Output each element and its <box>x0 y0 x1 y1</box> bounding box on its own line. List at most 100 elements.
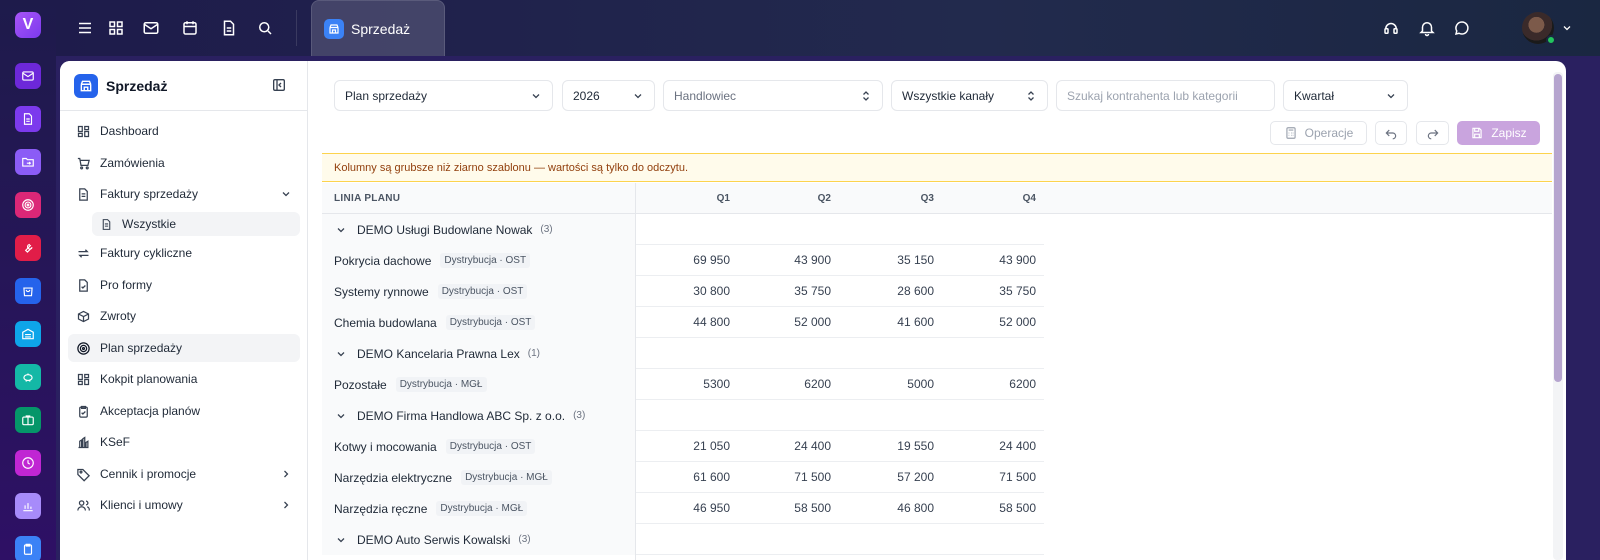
vertical-scrollbar[interactable] <box>1553 72 1563 560</box>
channel-tag: Dystrybucja · MGŁ <box>436 501 528 516</box>
row-name: Pozostałe <box>334 377 387 392</box>
group-name: DEMO Usługi Budowlane Nowak <box>357 222 533 237</box>
sidebar-item-faktury-cykliczne[interactable]: Faktury cykliczne <box>68 239 300 267</box>
cell-q1: 21 050 <box>693 439 730 453</box>
sidebar-item-plan-sprzedazy[interactable]: Plan sprzedaży <box>68 334 300 362</box>
table-row: Pozostałe Dystrybucja · MGŁ 5300 6200 500… <box>322 369 1044 400</box>
year-select[interactable]: 2026 <box>562 80 655 111</box>
tag-icon <box>77 468 91 482</box>
chevron-down-icon[interactable] <box>335 224 347 236</box>
bell-icon[interactable] <box>1416 17 1438 39</box>
cart-icon <box>77 157 90 169</box>
hamburger-menu-icon[interactable] <box>74 17 96 39</box>
tab-sprzedaz[interactable]: Sprzedaż <box>311 0 445 56</box>
rail-clipboard-icon[interactable] <box>15 536 41 560</box>
sidebar-title: Sprzedaż <box>106 77 168 94</box>
top-bar: Sprzedaż <box>56 0 1600 56</box>
document-icon[interactable] <box>218 17 240 39</box>
sidebar-item-ksef[interactable]: KSeF <box>68 428 300 456</box>
cell-q3: 57 200 <box>897 470 934 484</box>
collapse-sidebar-icon[interactable] <box>271 77 287 93</box>
period-select[interactable]: Kwartał <box>1283 80 1408 111</box>
group-name: DEMO Firma Handlowa ABC Sp. z o.o. <box>357 408 566 423</box>
channels-select[interactable]: Wszystkie kanały <box>891 80 1048 111</box>
chevron-updown-icon <box>860 90 872 102</box>
save-label: Zapisz <box>1491 126 1527 140</box>
salesperson-select[interactable]: Handlowiec <box>663 80 883 111</box>
chevron-right-icon[interactable] <box>280 468 292 480</box>
chevron-down-icon[interactable] <box>335 410 347 422</box>
rail-folder-transfer-icon[interactable] <box>15 149 41 175</box>
plan-select[interactable]: Plan sprzedaży <box>334 80 553 111</box>
rail-piggy-bank-icon[interactable] <box>15 364 41 390</box>
redo-button[interactable] <box>1416 121 1449 145</box>
channels-select-value: Wszystkie kanały <box>902 88 995 103</box>
sidebar-item-klienci-i-umowy[interactable]: Klienci i umowy <box>68 491 300 519</box>
rail-target-icon[interactable] <box>15 192 41 218</box>
sidebar-item-kokpit-planowania[interactable]: Kokpit planowania <box>68 365 300 393</box>
group-count: (3) <box>518 534 531 545</box>
ksef-icon <box>78 435 89 448</box>
sidebar-item-pro-formy[interactable]: Pro formy <box>68 271 300 299</box>
rail-wrench-icon[interactable] <box>15 235 41 261</box>
chevron-down-icon[interactable] <box>335 534 347 546</box>
rail-mail-icon[interactable] <box>15 63 41 89</box>
scrollbar-thumb[interactable] <box>1554 74 1562 382</box>
cell-q3: 5000 <box>907 377 934 391</box>
chevron-down-icon[interactable] <box>335 348 347 360</box>
group-row[interactable]: DEMO Kancelaria Prawna Lex (1) <box>322 338 1044 369</box>
rail-shopping-bag-icon[interactable] <box>15 278 41 304</box>
table-row: Narzędzia elektryczne Dystrybucja · MGŁ 6… <box>322 462 1044 493</box>
rail-warehouse-icon[interactable] <box>15 321 41 347</box>
cell-q1: 30 800 <box>693 284 730 298</box>
sidebar-item-zamowienia[interactable]: Zamówienia <box>68 149 300 177</box>
rail-briefcase-icon[interactable] <box>15 407 41 433</box>
clipboard-check-icon <box>79 405 88 418</box>
cell-q3: 35 150 <box>897 253 934 267</box>
chevron-down-icon[interactable] <box>280 188 292 200</box>
search-input[interactable] <box>1067 88 1264 103</box>
header-q2[interactable]: Q2 <box>741 183 831 214</box>
sidebar-item-akceptacja-planow[interactable]: Akceptacja planów <box>68 397 300 425</box>
rail-document-icon[interactable] <box>15 106 41 132</box>
chevron-right-icon[interactable] <box>280 499 292 511</box>
sidebar-item-faktury-sprzedazy[interactable]: Faktury sprzedaży <box>68 180 300 208</box>
group-row[interactable]: DEMO Firma Handlowa ABC Sp. z o.o. (3) <box>322 400 1044 431</box>
rail-bar-chart-icon[interactable] <box>15 493 41 519</box>
sidebar-item-label: Faktury cykliczne <box>100 246 193 260</box>
cell-q4: 58 500 <box>999 501 1036 515</box>
header-q3[interactable]: Q3 <box>844 183 934 214</box>
chevron-updown-icon <box>1025 90 1037 102</box>
avatar[interactable] <box>1522 12 1556 45</box>
table-row: Narzędzia ręczne Dystrybucja · MGŁ 46 950… <box>322 493 1044 524</box>
operations-button[interactable]: Operacje <box>1270 121 1367 145</box>
undo-icon <box>1385 129 1397 140</box>
cell-q4: 35 750 <box>999 284 1036 298</box>
chat-icon[interactable] <box>1451 17 1473 39</box>
app-rail: V <box>0 0 56 560</box>
apps-grid-icon[interactable] <box>105 17 127 39</box>
group-row[interactable]: DEMO Auto Serwis Kowalski (3) <box>322 524 1044 555</box>
tab-label: Sprzedaż <box>351 20 411 37</box>
undo-button[interactable] <box>1375 121 1407 145</box>
sidebar-item-label: Akceptacja planów <box>100 404 201 418</box>
sidebar-item-label: KSeF <box>100 435 131 449</box>
header-q4[interactable]: Q4 <box>946 183 1036 214</box>
chevron-down-icon[interactable] <box>1556 17 1578 39</box>
users-icon <box>77 499 90 511</box>
sidebar-item-zwroty[interactable]: Zwroty <box>68 302 300 330</box>
sidebar-item-dashboard[interactable]: Dashboard <box>68 117 300 145</box>
search-field[interactable] <box>1056 80 1275 111</box>
search-icon[interactable] <box>254 17 276 39</box>
app-logo[interactable]: V <box>15 12 41 38</box>
sidebar-item-wszystkie[interactable]: Wszystkie <box>92 212 300 236</box>
calendar-icon[interactable] <box>179 17 201 39</box>
save-button[interactable]: Zapisz <box>1457 121 1540 145</box>
period-select-value: Kwartał <box>1294 88 1335 103</box>
mail-icon[interactable] <box>140 17 162 39</box>
headset-icon[interactable] <box>1380 17 1402 39</box>
sidebar-item-cennik-i-promocje[interactable]: Cennik i promocje <box>68 460 300 488</box>
header-q1[interactable]: Q1 <box>640 183 730 214</box>
rail-clock-icon[interactable] <box>15 450 41 476</box>
group-row[interactable]: DEMO Usługi Budowlane Nowak (3) <box>322 214 1044 245</box>
